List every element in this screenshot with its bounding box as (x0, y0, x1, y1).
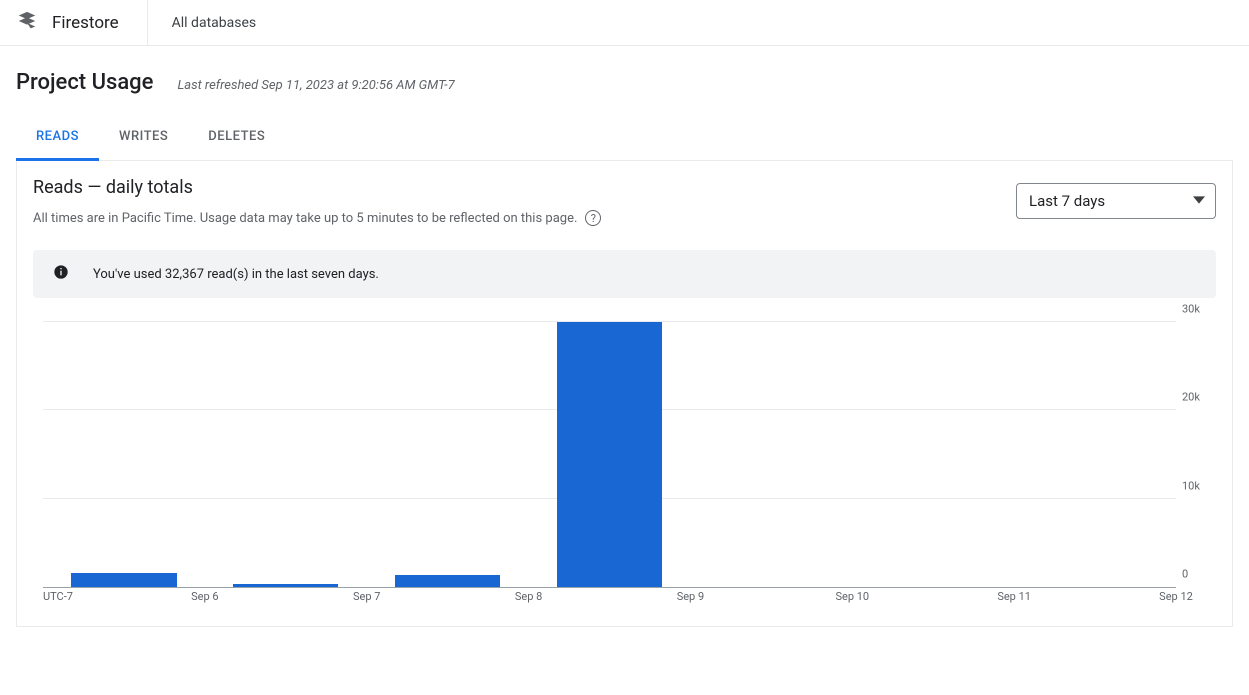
chart-x-tick: Sep 7 (353, 590, 380, 603)
chart-bar (71, 573, 176, 587)
help-icon[interactable]: ? (585, 210, 601, 226)
info-icon (53, 264, 69, 284)
panel-title: Reads — daily totals (33, 177, 601, 198)
chart-x-tick: Sep 6 (191, 590, 218, 603)
chart-bar (557, 322, 662, 587)
chart-x-label: UTC-7 (43, 590, 73, 603)
chart-y-tick: 0 (1182, 568, 1214, 581)
reads-panel: Reads — daily totals All times are in Pa… (16, 161, 1233, 627)
time-range-label: Last 7 days (1029, 192, 1105, 210)
chart-x-tick: Sep 11 (997, 590, 1031, 603)
dropdown-icon (1193, 192, 1205, 210)
last-refreshed: Last refreshed Sep 11, 2023 at 9:20:56 A… (177, 78, 454, 93)
scope-selector[interactable]: All databases (148, 15, 256, 31)
chart-y-tick: 30k (1182, 303, 1214, 316)
page-title: Project Usage (16, 70, 153, 95)
reads-bar-chart: 010k20k30k UTC-7Sep 6Sep 7Sep 8Sep 9Sep … (43, 322, 1176, 602)
topbar: Firestore All databases (0, 0, 1249, 46)
product-name: Firestore (52, 13, 119, 33)
chart-x-tick: Sep 8 (515, 590, 542, 603)
chart-x-tick: Sep 12 (1159, 590, 1193, 603)
chart-bar (395, 575, 500, 587)
time-range-select[interactable]: Last 7 days (1016, 183, 1216, 219)
product-logo: Firestore (16, 0, 148, 45)
usage-banner: You've used 32,367 read(s) in the last s… (33, 250, 1216, 298)
chart-x-tick: Sep 9 (677, 590, 704, 603)
usage-banner-text: You've used 32,367 read(s) in the last s… (93, 267, 379, 282)
timezone-note-text: All times are in Pacific Time. Usage dat… (33, 211, 577, 226)
chart-y-tick: 10k (1182, 479, 1214, 492)
chart-bar (233, 584, 338, 587)
chart-container: 010k20k30k UTC-7Sep 6Sep 7Sep 8Sep 9Sep … (33, 322, 1216, 602)
tabs: READS WRITES DELETES (16, 115, 1233, 161)
firestore-icon (16, 10, 38, 36)
chart-x-tick: Sep 10 (835, 590, 869, 603)
page-header: Project Usage Last refreshed Sep 11, 202… (0, 46, 1249, 103)
tab-writes[interactable]: WRITES (99, 115, 188, 161)
tab-reads[interactable]: READS (16, 115, 99, 161)
timezone-note: All times are in Pacific Time. Usage dat… (33, 210, 601, 226)
chart-y-tick: 20k (1182, 391, 1214, 404)
tab-deletes[interactable]: DELETES (188, 115, 285, 161)
